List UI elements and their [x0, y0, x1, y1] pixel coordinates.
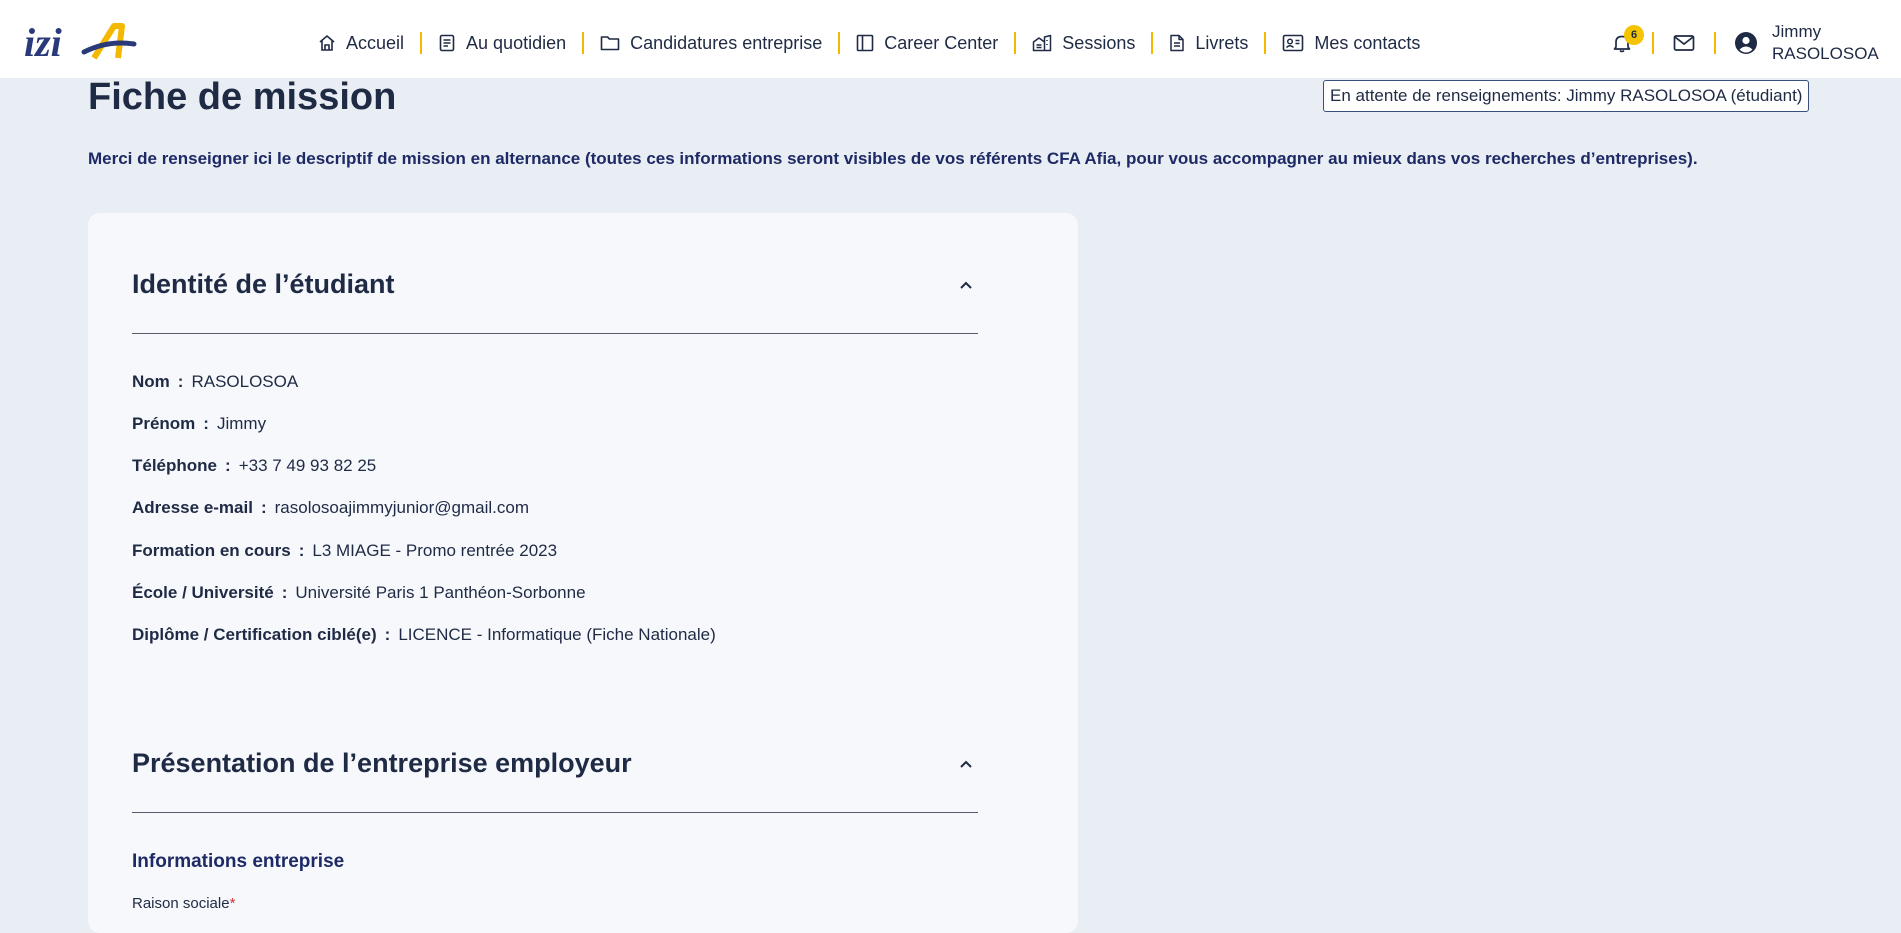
nav-label: Sessions — [1062, 32, 1136, 53]
field-value: LICENCE - Informatique (Fiche Nationale) — [398, 625, 716, 644]
section-divider — [132, 333, 978, 334]
nav-item-livrets[interactable]: Livrets — [1169, 33, 1248, 54]
notifications-button[interactable]: 6 — [1606, 25, 1644, 59]
nav-item-mes-contacts[interactable]: Mes contacts — [1282, 33, 1420, 54]
identity-section-header[interactable]: Identité de l’étudiant — [132, 269, 978, 300]
nav-label: Livrets — [1195, 32, 1249, 53]
user-first-name: Jimmy — [1772, 22, 1822, 41]
field-colon: : — [203, 414, 209, 433]
document-icon — [1170, 34, 1185, 52]
field-colon: : — [281, 583, 288, 602]
nav-item-career-center[interactable]: Career Center — [856, 33, 998, 54]
page-title: Fiche de mission — [88, 76, 397, 118]
field-colon: : — [384, 625, 391, 644]
field-colon: : — [225, 456, 231, 475]
header-user-area: 6 Jimmy RASOLOSOA — [1606, 8, 1879, 78]
contacts-icon — [1283, 34, 1304, 52]
svg-text:izi: izi — [24, 20, 62, 65]
status-badge: En attente de renseignements: Jimmy RASO… — [1323, 80, 1810, 112]
nav-separator — [1014, 32, 1017, 54]
field-value: Université Paris 1 Panthéon-Sorbonne — [295, 583, 586, 602]
field-formation: Formation en cours: L3 MIAGE - Promo rent… — [132, 541, 557, 561]
nav-label: Candidatures entreprise — [630, 32, 823, 53]
field-label: Formation en cours — [132, 541, 291, 560]
nav-separator — [1151, 32, 1154, 54]
required-asterisk: * — [229, 895, 236, 912]
nav-separator — [582, 32, 585, 54]
nav-label: Au quotidien — [466, 32, 567, 53]
nav-label: Accueil — [346, 32, 405, 53]
raison-sociale-text: Raison sociale — [132, 895, 230, 912]
user-last-name: RASOLOSOA — [1772, 44, 1879, 63]
nav-label: Mes contacts — [1314, 32, 1421, 53]
field-value: Jimmy — [216, 414, 267, 433]
field-diplome: Diplôme / Certification ciblé(e): LICENCE… — [132, 625, 716, 645]
list-icon — [439, 34, 455, 52]
user-circle-icon — [1735, 32, 1757, 54]
nav-separator — [420, 32, 423, 54]
field-value: rasolosoajimmyjunior@gmail.com — [274, 498, 530, 517]
nav-item-accueil[interactable]: Accueil — [318, 33, 404, 54]
field-colon: : — [177, 372, 184, 391]
field-label: École / Université — [132, 583, 274, 602]
folder-icon — [600, 36, 620, 51]
mail-icon — [1673, 35, 1695, 51]
field-label: Prénom — [132, 414, 196, 433]
field-label: Nom — [132, 372, 170, 391]
field-colon: : — [260, 498, 267, 517]
nav-separator — [838, 32, 841, 54]
field-label: Téléphone — [132, 456, 218, 475]
field-colon: : — [298, 541, 305, 560]
raison-sociale-label: Raison sociale* — [132, 895, 235, 912]
field-prenom: Prénom: Jimmy — [132, 414, 266, 434]
chevron-up-icon[interactable] — [954, 752, 978, 776]
building-icon — [1033, 34, 1052, 52]
section-divider — [132, 812, 978, 813]
account-button[interactable] — [1730, 27, 1762, 59]
home-icon — [319, 34, 335, 51]
top-navbar: izi Accueil Au quotidien Candidatures en… — [0, 8, 1901, 78]
messages-button[interactable] — [1668, 27, 1700, 59]
field-email: Adresse e-mail: rasolosoajimmyjunior@gmai… — [132, 498, 529, 518]
nav-separator — [1264, 32, 1267, 54]
header-separator — [1714, 32, 1716, 54]
company-info-subtitle: Informations entreprise — [132, 851, 345, 872]
izia-logo[interactable]: izi — [22, 18, 142, 66]
field-value: L3 MIAGE - Promo rentrée 2023 — [312, 541, 558, 560]
user-name[interactable]: Jimmy RASOLOSOA — [1772, 21, 1879, 65]
page-intro-text: Merci de renseigner ici le descriptif de… — [88, 149, 1698, 168]
nav-item-candidatures-entreprise[interactable]: Candidatures entreprise — [600, 33, 822, 54]
field-value: RASOLOSOA — [191, 372, 299, 391]
company-section-title: Présentation de l’entreprise employeur — [132, 748, 632, 778]
chevron-up-icon[interactable] — [954, 273, 978, 297]
company-section-header[interactable]: Présentation de l’entreprise employeur — [132, 748, 978, 779]
field-label: Diplôme / Certification ciblé(e) — [132, 625, 377, 644]
field-value: +33 7 49 93 82 25 — [238, 456, 377, 475]
main-navigation: Accueil Au quotidien Candidatures entrep… — [318, 8, 1420, 78]
mission-form-card: Identité de l’étudiant Nom: RASOLOSOA Pré… — [88, 213, 1078, 933]
nav-item-sessions[interactable]: Sessions — [1032, 33, 1135, 54]
field-telephone: Téléphone: +33 7 49 93 82 25 — [132, 456, 376, 476]
nav-label: Career Center — [884, 32, 999, 53]
panel-icon — [856, 34, 874, 52]
field-label: Adresse e-mail — [132, 498, 253, 517]
identity-section-title: Identité de l’étudiant — [132, 269, 395, 299]
header-separator — [1652, 32, 1654, 54]
notification-count-badge: 6 — [1624, 25, 1644, 45]
field-nom: Nom: RASOLOSOA — [132, 372, 298, 392]
field-ecole: École / Université: Université Paris 1 Pa… — [132, 583, 586, 603]
nav-item-au-quotidien[interactable]: Au quotidien — [438, 33, 566, 54]
